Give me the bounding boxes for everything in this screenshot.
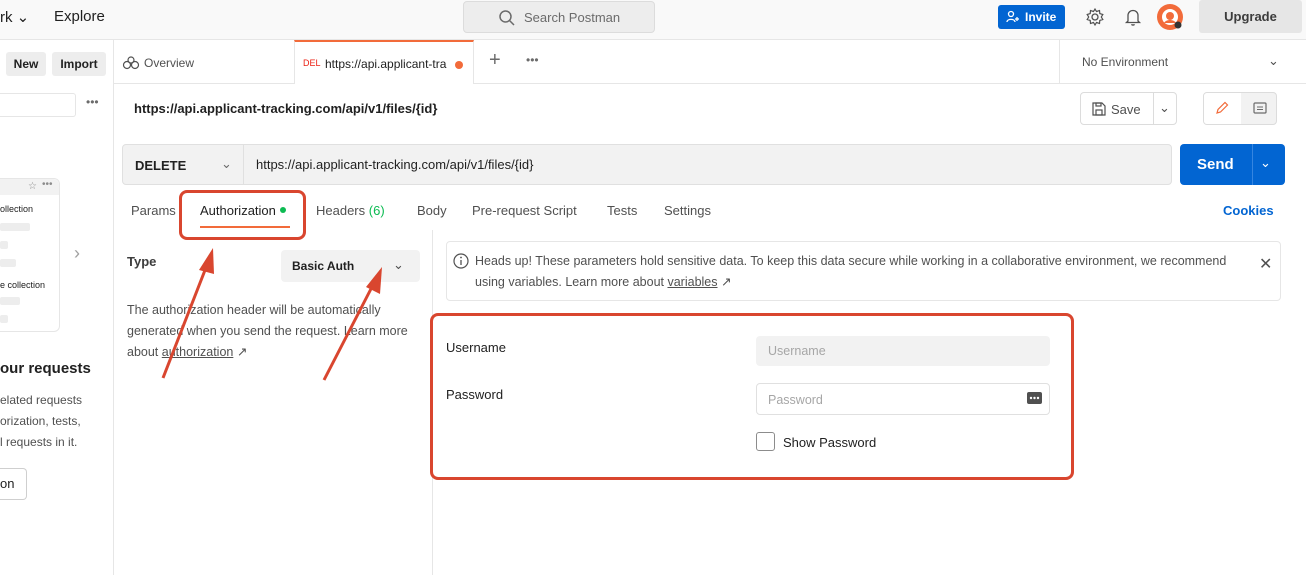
invite-button[interactable]: Invite: [998, 5, 1065, 29]
tab-body[interactable]: Body: [417, 203, 447, 218]
top-bar: rk ⌄ Explore Search Postman Invite Upgra…: [0, 0, 1306, 40]
send-button[interactable]: Send ⌄: [1180, 144, 1285, 185]
tab-headers[interactable]: Headers (6): [316, 203, 385, 218]
skeleton-line: [0, 297, 20, 305]
comment-icon: [1253, 102, 1267, 114]
bell-icon: [1124, 9, 1142, 26]
cookies-link[interactable]: Cookies: [1223, 203, 1274, 218]
add-user-icon: [1006, 10, 1019, 23]
overview-label: Overview: [144, 56, 195, 70]
avatar-icon: [1162, 9, 1182, 29]
tab-settings[interactable]: Settings: [664, 203, 711, 218]
annotation-box-credentials: [430, 313, 1074, 480]
headers-count: (6): [368, 203, 385, 218]
skeleton-line: [0, 259, 16, 267]
import-button[interactable]: Import: [52, 52, 106, 76]
new-button[interactable]: New: [6, 52, 46, 76]
chevron-down-icon: ⌄: [393, 257, 404, 272]
save-icon: [1092, 102, 1106, 116]
tab-url-label: https://api.applicant-tra: [325, 57, 447, 71]
explore-link[interactable]: Explore: [54, 8, 105, 25]
search-icon: [499, 10, 515, 26]
pencil-icon: [1216, 101, 1229, 114]
edit-mode-button[interactable]: [1204, 93, 1241, 124]
unsaved-indicator: [455, 61, 463, 69]
chevron-right-icon[interactable]: ›: [74, 243, 80, 264]
method-badge: DEL: [303, 58, 321, 68]
tab-overview[interactable]: Overview: [122, 56, 194, 70]
star-icon: ☆: [28, 181, 37, 192]
chevron-down-icon: ⌄: [16, 9, 30, 26]
more-options-icon[interactable]: •••: [86, 95, 99, 109]
sidebar-heading: our requests: [0, 360, 91, 377]
avatar[interactable]: [1157, 4, 1183, 30]
card-item-label: ollection: [0, 204, 34, 214]
skeleton-line: [0, 241, 8, 249]
create-collection-button[interactable]: on: [0, 468, 27, 500]
description-line: orization, tests,: [0, 414, 81, 428]
annotation-box-authorization-tab: [179, 190, 306, 240]
method-label: DELETE: [135, 158, 187, 173]
info-icon: [453, 253, 469, 269]
upgrade-button[interactable]: Upgrade: [1199, 0, 1302, 33]
authorization-link[interactable]: authorization: [162, 345, 234, 359]
auth-type-label: Type: [127, 254, 157, 269]
divider: [1153, 93, 1154, 124]
auth-type-value: Basic Auth: [292, 259, 355, 273]
gear-icon: [1086, 7, 1104, 27]
chevron-down-icon: ⌄: [221, 156, 232, 171]
chevron-down-icon: ⌄: [1268, 53, 1279, 68]
sensitive-data-notice: Heads up! These parameters hold sensitiv…: [446, 241, 1281, 301]
headers-label: Headers: [316, 203, 366, 218]
new-tab-button[interactable]: +: [489, 49, 501, 72]
close-icon[interactable]: ✕: [1259, 254, 1272, 274]
request-title[interactable]: https://api.applicant-tracking.com/api/v…: [134, 101, 437, 116]
send-label: Send: [1197, 156, 1234, 173]
notice-text: Heads up! These parameters hold sensitiv…: [475, 251, 1235, 293]
notice-body: Heads up! These parameters hold sensitiv…: [475, 254, 1227, 289]
variables-link[interactable]: variables: [667, 275, 717, 289]
external-link-icon: ↗: [717, 275, 732, 289]
invite-label: Invite: [1025, 10, 1057, 24]
tab-tests[interactable]: Tests: [607, 203, 637, 218]
external-link-icon: ↗: [233, 345, 248, 359]
method-select[interactable]: DELETE ⌄: [122, 144, 244, 185]
environment-label: No Environment: [1082, 55, 1169, 69]
tab-strip: Overview DEL https://api.applicant-tra +…: [114, 40, 1306, 84]
collection-preview-card: ☆ ••• ollection e collection: [0, 178, 60, 332]
skeleton-line: [0, 315, 8, 323]
search-bar[interactable]: Search Postman: [463, 1, 655, 33]
workspace-menu[interactable]: rk ⌄: [0, 8, 29, 26]
sidebar-filter-input[interactable]: [0, 93, 76, 117]
chevron-down-icon[interactable]: ⌄: [1159, 100, 1170, 116]
url-value: https://api.applicant-tracking.com/api/v…: [256, 157, 534, 172]
tab-active-request[interactable]: DEL https://api.applicant-tra: [294, 40, 474, 84]
view-mode-toggle: [1203, 92, 1277, 125]
chevron-down-icon[interactable]: ⌄: [1260, 155, 1271, 171]
skeleton-line: [0, 223, 30, 231]
environment-selector[interactable]: No Environment ⌄: [1059, 40, 1306, 84]
notifications-button[interactable]: [1124, 7, 1142, 30]
more-tabs-icon[interactable]: •••: [526, 53, 539, 67]
more-icon: •••: [42, 179, 53, 190]
card-item-label: e collection: [0, 280, 46, 290]
sidebar-description: elated requests orization, tests, l requ…: [0, 390, 112, 453]
overview-icon: [122, 56, 140, 70]
description-line: l requests in it.: [0, 435, 78, 449]
url-input[interactable]: https://api.applicant-tracking.com/api/v…: [244, 144, 1172, 185]
divider: [1252, 144, 1253, 185]
save-label: Save: [1111, 102, 1141, 117]
tab-prerequest-script[interactable]: Pre-request Script: [472, 203, 577, 218]
auth-type-select[interactable]: Basic Auth ⌄: [281, 250, 420, 282]
description-line: elated requests: [0, 393, 83, 407]
tab-params[interactable]: Params: [131, 203, 176, 218]
settings-button[interactable]: [1085, 7, 1105, 30]
workspace-label: rk: [0, 9, 13, 26]
auth-description: The authorization header will be automat…: [127, 300, 417, 363]
save-button-group[interactable]: Save ⌄: [1080, 92, 1177, 125]
sidebar: New Import ••• ☆ ••• ollection e collect…: [0, 40, 114, 575]
search-placeholder: Search Postman: [524, 10, 621, 25]
